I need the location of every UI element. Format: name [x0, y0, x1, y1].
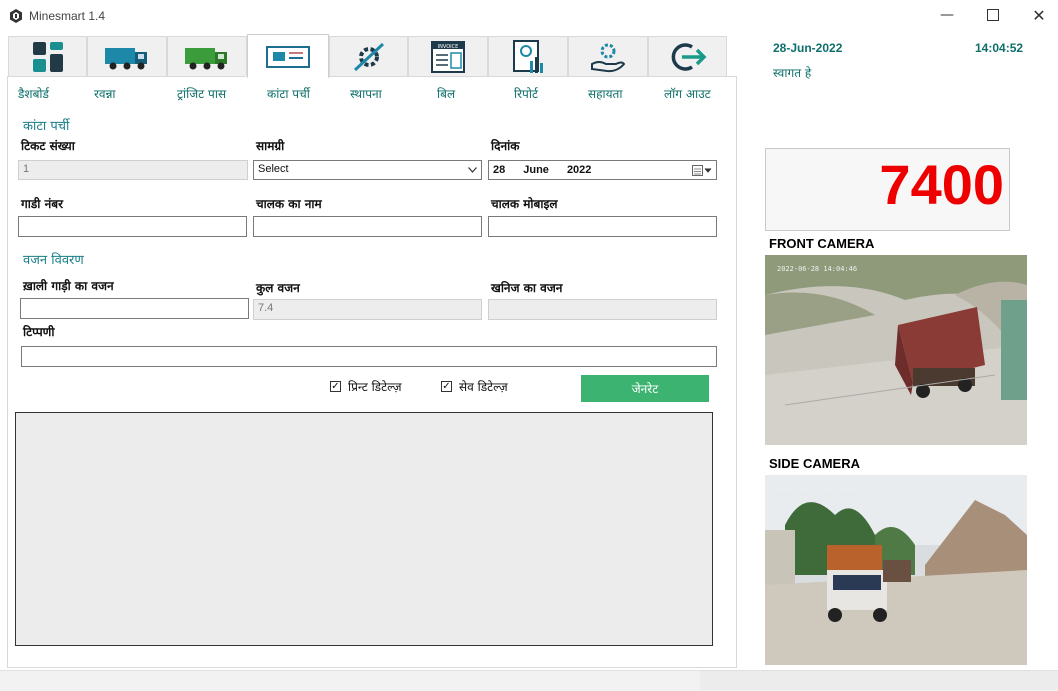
- tab-sthapana[interactable]: [329, 36, 408, 76]
- side-camera-timestamp: 2022-06-28 14:04:46: [777, 485, 857, 493]
- green-truck-icon: [185, 47, 227, 69]
- current-date: 28-Jun-2022: [773, 41, 843, 55]
- minimize-button[interactable]: —: [924, 0, 970, 30]
- front-camera-timestamp: 2022-06-28 14:04:46: [777, 265, 857, 273]
- mineral-weight-label: खनिज का वजन: [491, 281, 563, 295]
- app-logo-icon: [10, 9, 22, 23]
- close-icon: ✕: [1032, 5, 1046, 25]
- tab-label-ravanna[interactable]: रवन्ना: [94, 85, 116, 102]
- date-label: दिनांक: [491, 139, 520, 153]
- remarks-input[interactable]: [21, 346, 717, 367]
- generate-button[interactable]: जेनरेट: [581, 375, 709, 402]
- invoice-icon-text: INVOICE: [438, 44, 459, 50]
- welcome-text: स्वागत हे: [773, 66, 812, 80]
- tab-label-bill[interactable]: बिल: [437, 85, 455, 102]
- side-camera-image: 2022-06-28 14:04:46: [765, 475, 1027, 665]
- checkbox-checked-icon[interactable]: ✓: [441, 381, 452, 392]
- side-camera-title: SIDE CAMERA: [769, 456, 861, 471]
- maximize-icon: [987, 9, 999, 21]
- front-camera-feed: 2022-06-28 14:04:46: [765, 255, 1027, 445]
- total-weight-label: कुल वजन: [256, 281, 300, 295]
- side-camera-feed: 2022-06-28 14:04:46: [765, 475, 1027, 665]
- tab-label-sahayata[interactable]: सहायता: [588, 85, 623, 102]
- window-title: Minesmart 1.4: [29, 9, 106, 23]
- status-bar-panel: [700, 671, 1058, 690]
- truck-icon: [105, 47, 147, 69]
- form-section-title: कांटा पर्ची: [23, 119, 70, 134]
- tab-label-kanta-parchi[interactable]: कांटा पर्ची: [267, 85, 310, 102]
- tab-kanta-parchi[interactable]: [247, 34, 329, 78]
- driver-mobile-label: चालक मोबाइल: [491, 197, 558, 211]
- tab-ravanna[interactable]: [87, 36, 167, 76]
- tab-label-sthapana[interactable]: स्थापना: [350, 85, 382, 102]
- checkbox-checked-icon[interactable]: ✓: [330, 381, 341, 392]
- driver-name-label: चालक का नाम: [256, 197, 322, 211]
- report-icon: [513, 39, 543, 73]
- live-weight-value: 7400: [879, 153, 1004, 216]
- help-gear-hand-icon: [591, 43, 626, 72]
- weighbridge-slip-icon: [266, 45, 310, 68]
- logout-icon: [671, 42, 706, 71]
- empty-weight-label: ख़ाली गाड़ी का वजन: [23, 279, 114, 293]
- tab-transit-pass[interactable]: [167, 36, 247, 76]
- remarks-label: टिप्पणी: [23, 325, 55, 339]
- tab-dashboard[interactable]: [8, 36, 87, 76]
- ticket-number-field: 1: [18, 160, 248, 180]
- vehicle-number-input[interactable]: [18, 216, 247, 237]
- invoice-icon: INVOICE: [431, 40, 465, 73]
- tab-logout[interactable]: [648, 36, 727, 76]
- save-details-label: सेव डिटेल्ज़: [459, 380, 508, 394]
- mineral-weight-field: [488, 299, 717, 320]
- ticket-label: टिकट संख्या: [21, 139, 75, 153]
- weight-section-title: वजन विवरण: [23, 253, 84, 268]
- driver-name-input[interactable]: [253, 216, 482, 237]
- tab-label-report[interactable]: रिपोर्ट: [514, 85, 538, 102]
- tab-sahayata[interactable]: [568, 36, 648, 76]
- material-select[interactable]: Select: [253, 160, 482, 180]
- front-camera-title: FRONT CAMERA: [769, 236, 875, 251]
- tab-bill[interactable]: INVOICE: [408, 36, 488, 76]
- vehicle-number-label: गाडी नंबर: [21, 197, 63, 211]
- material-select-value: Select: [258, 163, 289, 175]
- material-label: सामग्री: [256, 139, 285, 153]
- tab-report[interactable]: [488, 36, 568, 76]
- current-time: 14:04:52: [975, 41, 1024, 55]
- chevron-down-icon: [468, 167, 477, 173]
- tools-icon: [353, 42, 384, 71]
- weight-display: 7400: [765, 148, 1010, 231]
- date-month[interactable]: June: [523, 164, 549, 176]
- print-details-checkbox[interactable]: ✓ प्रिन्ट डिटेल्ज़: [330, 378, 402, 395]
- tab-label-logout[interactable]: लॉग आउट: [664, 85, 711, 102]
- date-picker[interactable]: 28 June 2022: [488, 160, 717, 180]
- empty-weight-input[interactable]: [20, 298, 249, 319]
- close-button[interactable]: ✕: [1016, 0, 1058, 30]
- date-year[interactable]: 2022: [567, 164, 591, 176]
- slip-preview-area: [15, 412, 713, 646]
- driver-mobile-input[interactable]: [488, 216, 717, 237]
- calendar-dropdown-icon[interactable]: [692, 165, 712, 176]
- print-details-label: प्रिन्ट डिटेल्ज़: [348, 380, 402, 394]
- total-weight-field: 7.4: [253, 299, 482, 320]
- date-day[interactable]: 28: [493, 164, 505, 176]
- minimize-icon: —: [940, 7, 954, 23]
- dashboard-icon: [32, 41, 63, 72]
- front-camera-image: 2022-06-28 14:04:46: [765, 255, 1027, 445]
- save-details-checkbox[interactable]: ✓ सेव डिटेल्ज़: [441, 378, 508, 395]
- title-bar: [0, 0, 1058, 32]
- tab-label-dashboard[interactable]: डैशबोर्ड: [18, 85, 49, 102]
- maximize-button[interactable]: [970, 0, 1016, 30]
- tab-label-transit-pass[interactable]: ट्रांजिट पास: [177, 85, 226, 102]
